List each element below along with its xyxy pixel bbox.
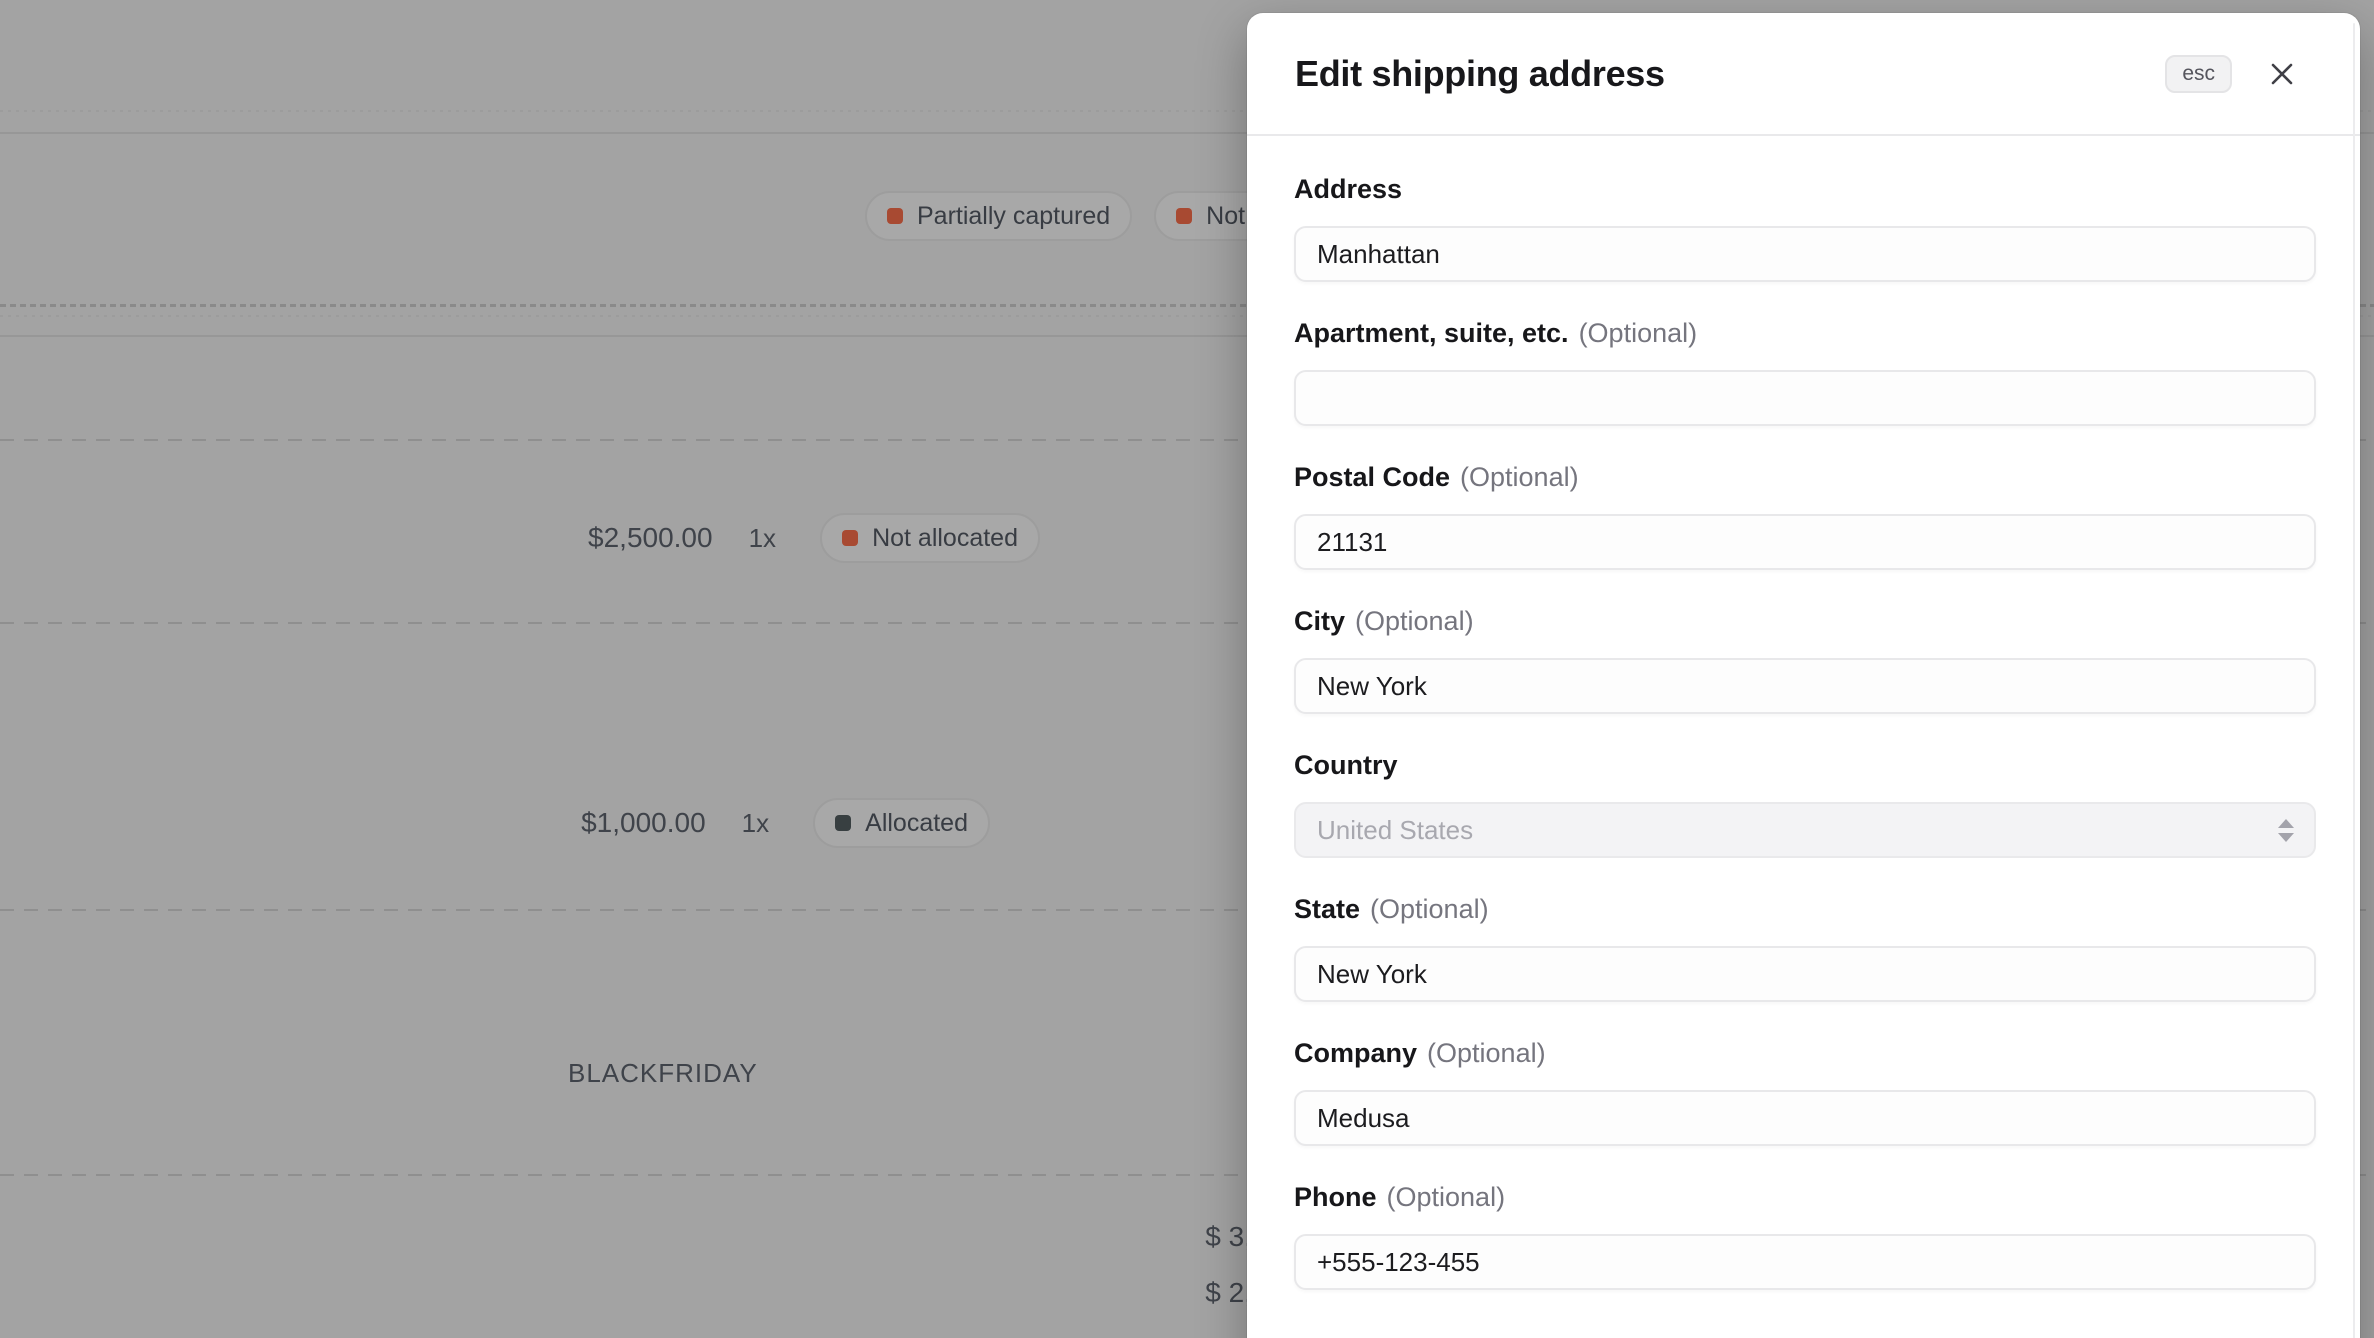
field-label-row: Company (Optional): [1294, 1036, 2316, 1070]
field-label-row: State (Optional): [1294, 892, 2316, 926]
field-state: State (Optional): [1294, 892, 2316, 1002]
field-label: Phone: [1294, 1182, 1377, 1212]
field-label: Company: [1294, 1038, 1418, 1068]
city-input[interactable]: [1294, 658, 2316, 714]
field-label-row: Address: [1294, 172, 2316, 206]
optional-hint: (Optional): [1370, 894, 1489, 924]
field-label-row: City (Optional): [1294, 604, 2316, 638]
drawer-body: Address Apartment, suite, etc. (Optional…: [1247, 136, 2360, 1338]
optional-hint: (Optional): [1355, 606, 1474, 636]
optional-hint: (Optional): [1427, 1038, 1546, 1068]
field-label-row: Phone (Optional): [1294, 1180, 2316, 1214]
field-label: Postal Code: [1294, 462, 1451, 492]
field-city: City (Optional): [1294, 604, 2316, 714]
field-label: State: [1294, 894, 1361, 924]
field-label-row: Country: [1294, 748, 2316, 782]
field-label: Country: [1294, 750, 1398, 780]
country-select: United States: [1294, 802, 2316, 858]
select-chevrons-icon: [2278, 818, 2294, 842]
field-label-row: Apartment, suite, etc. (Optional): [1294, 316, 2316, 350]
field-label: Apartment, suite, etc.: [1294, 318, 1569, 348]
optional-hint: (Optional): [1578, 318, 1698, 348]
esc-key-hint: esc: [2165, 54, 2232, 93]
optional-hint: (Optional): [1460, 462, 1579, 492]
drawer-title: Edit shipping address: [1295, 52, 1665, 94]
field-country: Country United States: [1294, 748, 2316, 858]
field-company: Company (Optional): [1294, 1036, 2316, 1146]
chevron-up-icon: [2278, 818, 2294, 828]
field-label: City: [1294, 606, 1346, 636]
optional-hint: (Optional): [1386, 1182, 1506, 1212]
company-input[interactable]: [1294, 1090, 2316, 1146]
chevron-down-icon: [2278, 832, 2294, 842]
field-label-row: Postal Code (Optional): [1294, 460, 2316, 494]
apartment-input[interactable]: [1294, 370, 2316, 426]
phone-input[interactable]: [1294, 1234, 2316, 1290]
order-detail-screen: Partially captured Not ful $2,500.00 1x …: [0, 0, 2374, 1338]
state-input[interactable]: [1294, 946, 2316, 1002]
country-select-value: United States: [1317, 814, 1474, 845]
field-address: Address: [1294, 172, 2316, 282]
edit-shipping-address-drawer: Edit shipping address esc Address Apartm…: [1247, 13, 2360, 1338]
field-phone: Phone (Optional): [1294, 1180, 2316, 1290]
postal-code-input[interactable]: [1294, 514, 2316, 570]
field-apartment: Apartment, suite, etc. (Optional): [1294, 316, 2316, 426]
close-button[interactable]: [2260, 52, 2304, 96]
address-input[interactable]: [1294, 226, 2316, 282]
field-label: Address: [1294, 174, 1403, 204]
drawer-header: Edit shipping address esc: [1247, 13, 2360, 136]
field-postal-code: Postal Code (Optional): [1294, 460, 2316, 570]
close-icon: [2271, 63, 2293, 84]
